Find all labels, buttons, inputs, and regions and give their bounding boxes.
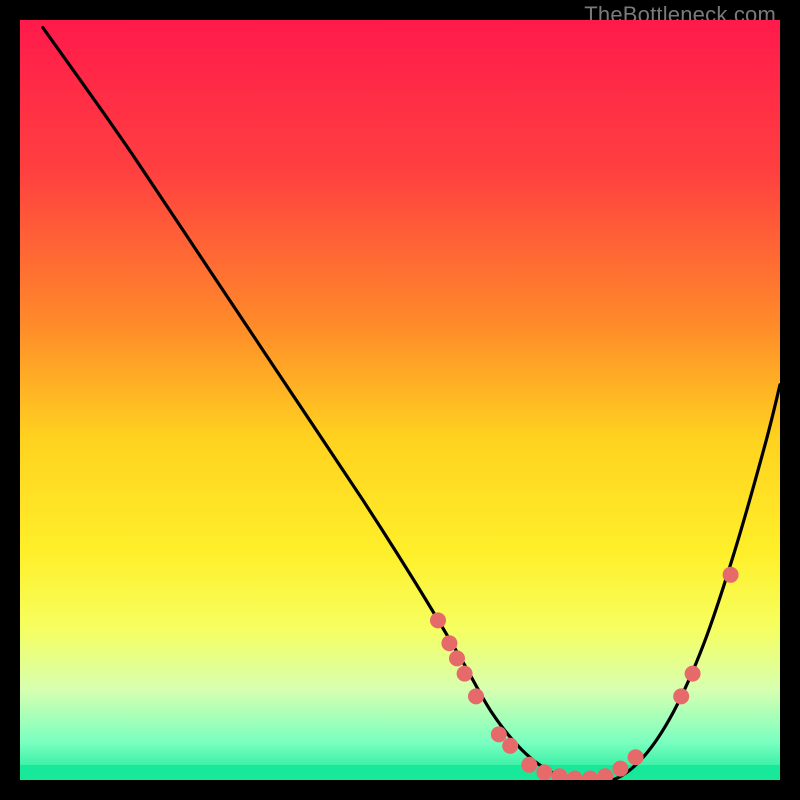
data-point — [673, 688, 689, 704]
data-point — [430, 612, 446, 628]
data-point — [685, 666, 701, 682]
data-point — [457, 666, 473, 682]
data-point — [491, 726, 507, 742]
data-point — [521, 757, 537, 773]
data-point — [502, 738, 518, 754]
data-point — [723, 567, 739, 583]
data-point — [628, 749, 644, 765]
data-point — [468, 688, 484, 704]
baseline-band — [20, 765, 780, 780]
data-point — [536, 764, 552, 780]
data-point — [449, 650, 465, 666]
chart-frame — [20, 20, 780, 780]
data-point — [612, 761, 628, 777]
data-point — [441, 635, 457, 651]
bottleneck-chart — [20, 20, 780, 780]
gradient-background — [20, 20, 780, 780]
